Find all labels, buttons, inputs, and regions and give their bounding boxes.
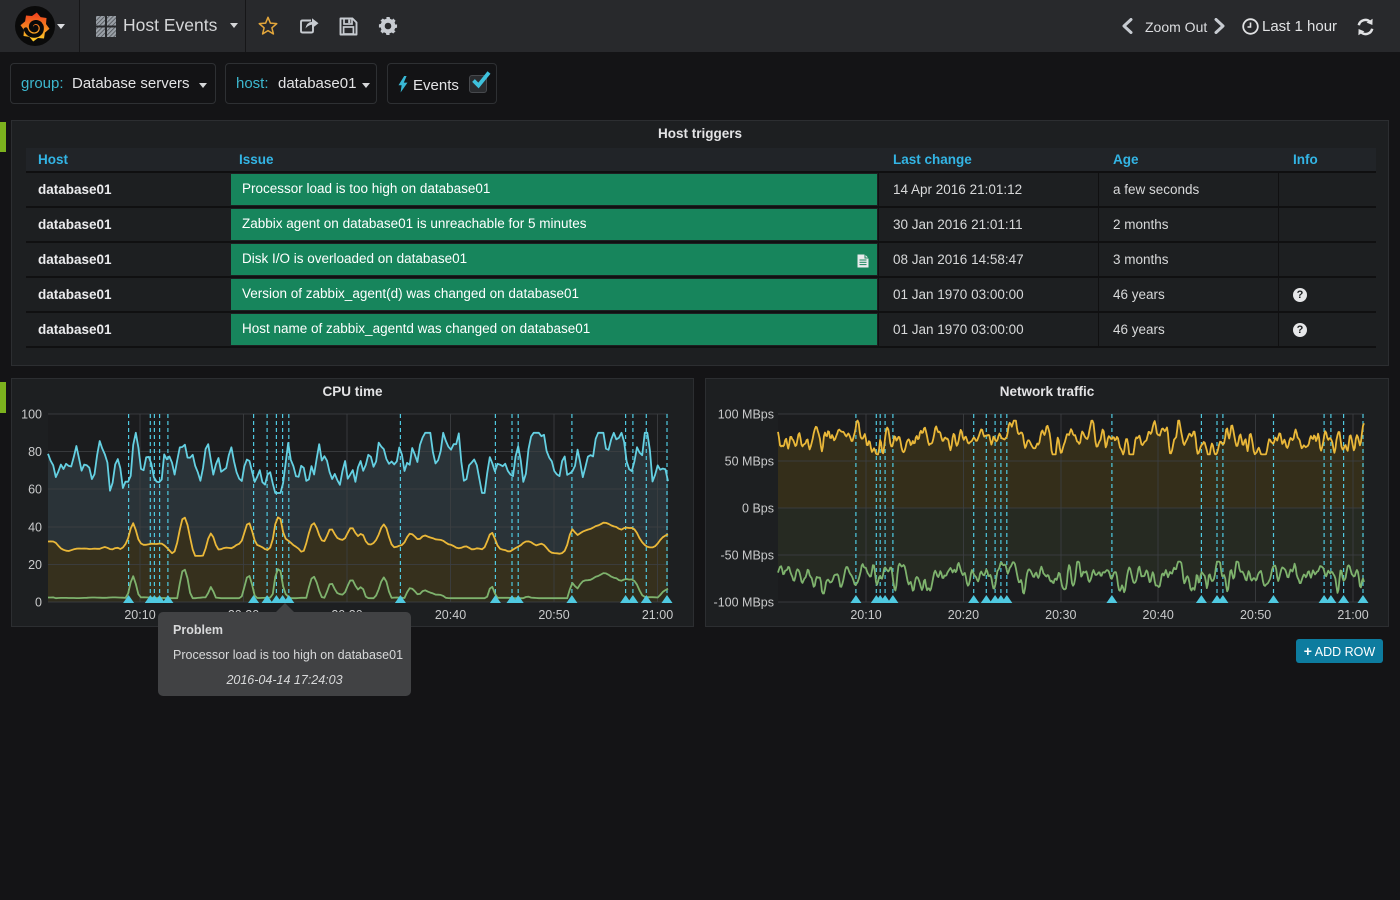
svg-text:60: 60 — [28, 483, 42, 497]
svg-text:0: 0 — [35, 596, 42, 610]
svg-text:80: 80 — [28, 445, 42, 459]
svg-text:-100 MBps: -100 MBps — [714, 596, 774, 610]
svg-text:20:40: 20:40 — [1143, 608, 1174, 622]
svg-text:20:50: 20:50 — [1240, 608, 1271, 622]
svg-text:20:20: 20:20 — [948, 608, 979, 622]
svg-text:21:00: 21:00 — [642, 608, 673, 622]
svg-text:100: 100 — [21, 408, 42, 422]
svg-text:100 MBps: 100 MBps — [718, 408, 774, 422]
svg-text:0 Bps: 0 Bps — [742, 502, 774, 516]
svg-text:20:50: 20:50 — [538, 608, 569, 622]
svg-text:20:10: 20:10 — [850, 608, 881, 622]
svg-text:50 MBps: 50 MBps — [725, 455, 774, 469]
svg-text:21:00: 21:00 — [1337, 608, 1368, 622]
svg-text:20: 20 — [28, 558, 42, 572]
svg-text:20:40: 20:40 — [435, 608, 466, 622]
svg-text:-50 MBps: -50 MBps — [721, 549, 775, 563]
svg-text:40: 40 — [28, 520, 42, 534]
svg-text:20:30: 20:30 — [1045, 608, 1076, 622]
svg-text:20:10: 20:10 — [124, 608, 155, 622]
